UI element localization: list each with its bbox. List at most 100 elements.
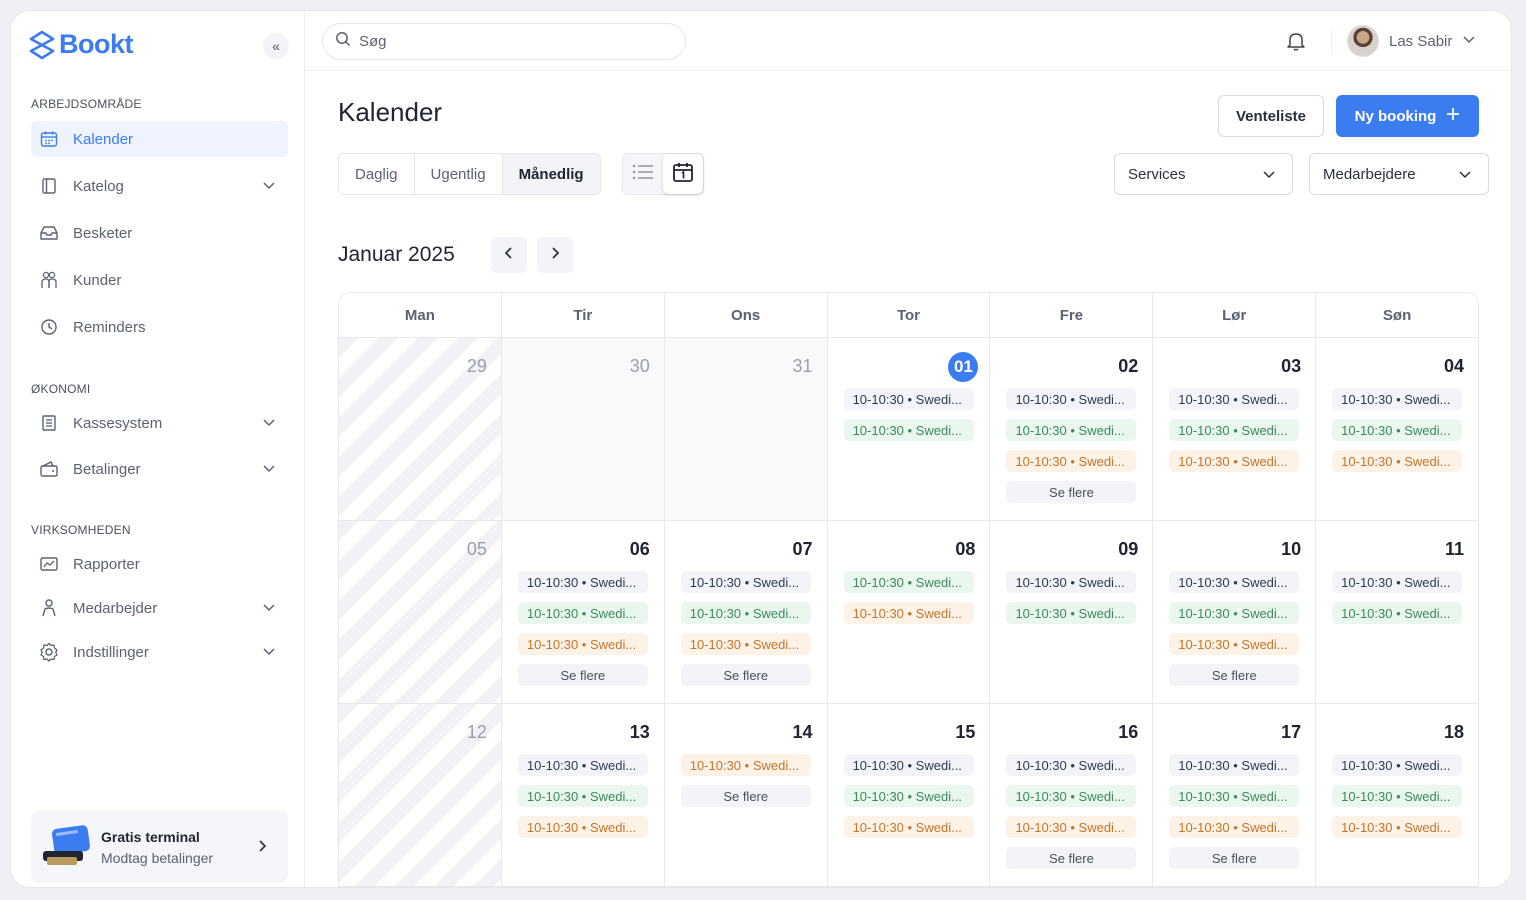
tab-daglig[interactable]: Daglig: [339, 154, 415, 194]
sidebar-item-kassesystem[interactable]: Kassesystem: [31, 405, 288, 441]
booking-chip[interactable]: 10-10:30 • Swedi...: [1169, 602, 1300, 624]
booking-chip[interactable]: 10-10:30 • Swedi...: [1169, 571, 1300, 593]
booking-chip[interactable]: 10-10:30 • Swedi...: [1169, 450, 1300, 472]
booking-chip[interactable]: 10-10:30 • Swedi...: [517, 602, 648, 624]
tab-ugentlig[interactable]: Ugentlig: [415, 154, 503, 194]
calendar-day-cell[interactable]: 03 10-10:30 • Swedi... 10-10:30 • Swedi...…: [1153, 338, 1317, 520]
calendar-day-cell[interactable]: 17 10-10:30 • Swedi... 10-10:30 • Swedi...…: [1153, 704, 1317, 886]
employees-dropdown[interactable]: Medarbejdere: [1309, 153, 1489, 195]
sidebar-item-katelog[interactable]: Katelog: [31, 168, 288, 204]
search-bar[interactable]: [322, 23, 686, 60]
services-dropdown[interactable]: Services: [1114, 153, 1293, 195]
sidebar-item-kunder[interactable]: Kunder: [31, 262, 288, 298]
calendar-day-cell[interactable]: 06 10-10:30 • Swedi... 10-10:30 • Swedi...…: [502, 521, 665, 703]
calendar-day-cell[interactable]: 01 10-10:30 • Swedi... 10-10:30 • Swedi...: [828, 338, 991, 520]
section-label-economy: ØKONOMI: [31, 382, 91, 396]
booking-chip[interactable]: 10-10:30 • Swedi...: [1332, 450, 1463, 472]
calendar-day-cell[interactable]: 30: [501, 338, 665, 520]
calendar-day-cell[interactable]: 07 10-10:30 • Swedi... 10-10:30 • Swedi...…: [665, 521, 828, 703]
sidebar-item-besketer[interactable]: Besketer: [31, 215, 288, 251]
promo-card-terminal[interactable]: Gratis terminal Modtag betalinger: [31, 811, 288, 883]
booking-chip[interactable]: 10-10:30 • Swedi...: [1006, 388, 1137, 410]
booking-chip[interactable]: 10-10:30 • Swedi...: [517, 754, 648, 776]
booking-chip[interactable]: 10-10:30 • Swedi...: [843, 816, 974, 838]
calendar-day-cell[interactable]: 29: [339, 338, 502, 520]
sidebar-item-rapporter[interactable]: Rapporter: [31, 546, 288, 582]
booking-chip[interactable]: 10-10:30 • Swedi...: [1006, 754, 1137, 776]
calendar-day-cell[interactable]: 08 10-10:30 • Swedi... 10-10:30 • Swedi...: [828, 521, 991, 703]
see-more-button[interactable]: Se flere: [1169, 664, 1300, 686]
booking-chip[interactable]: 10-10:30 • Swedi...: [1332, 571, 1463, 593]
search-input[interactable]: [359, 33, 659, 50]
booking-chip[interactable]: 10-10:30 • Swedi...: [1169, 633, 1300, 655]
sidebar-item-kalender[interactable]: Kalender: [31, 121, 288, 157]
booking-chip[interactable]: 10-10:30 • Swedi...: [680, 602, 811, 624]
booking-chip[interactable]: 10-10:30 • Swedi...: [1332, 388, 1463, 410]
calendar-view-button[interactable]: [663, 154, 703, 194]
next-month-button[interactable]: [537, 237, 573, 273]
list-view-button[interactable]: [623, 154, 663, 194]
calendar-day-cell[interactable]: 11 10-10:30 • Swedi... 10-10:30 • Swedi...: [1316, 521, 1478, 703]
booking-chip[interactable]: 10-10:30 • Swedi...: [1006, 602, 1137, 624]
booking-chip[interactable]: 10-10:30 • Swedi...: [1332, 419, 1463, 441]
booking-chip[interactable]: 10-10:30 • Swedi...: [843, 388, 974, 410]
brand-logo[interactable]: Bookt: [29, 29, 134, 60]
booking-chip[interactable]: 10-10:30 • Swedi...: [1006, 450, 1137, 472]
booking-chip[interactable]: 10-10:30 • Swedi...: [1169, 388, 1300, 410]
calendar-day-cell[interactable]: 15 10-10:30 • Swedi... 10-10:30 • Swedi...…: [828, 704, 991, 886]
user-menu[interactable]: Las Sabir: [1347, 25, 1476, 57]
calendar-day-cell[interactable]: 14 10-10:30 • Swedi... Se flere: [665, 704, 828, 886]
booking-chip[interactable]: 10-10:30 • Swedi...: [1006, 419, 1137, 441]
see-more-button[interactable]: Se flere: [1169, 847, 1300, 869]
booking-chip[interactable]: 10-10:30 • Swedi...: [1169, 816, 1300, 838]
booking-chip[interactable]: 10-10:30 • Swedi...: [1169, 785, 1300, 807]
sidebar-item-indstillinger[interactable]: Indstillinger: [31, 634, 288, 670]
booking-chip[interactable]: 10-10:30 • Swedi...: [517, 816, 648, 838]
calendar-day-cell[interactable]: 05: [339, 521, 502, 703]
tab-maanedlig[interactable]: Månedlig: [502, 154, 600, 194]
prev-month-button[interactable]: [491, 237, 527, 273]
booking-chip[interactable]: 10-10:30 • Swedi...: [680, 571, 811, 593]
calendar-day-cell[interactable]: 16 10-10:30 • Swedi... 10-10:30 • Swedi...…: [990, 704, 1154, 886]
booking-chip[interactable]: 10-10:30 • Swedi...: [843, 571, 974, 593]
booking-chip[interactable]: 10-10:30 • Swedi...: [517, 785, 648, 807]
collapse-sidebar-button[interactable]: «: [263, 33, 289, 59]
new-booking-button[interactable]: Ny booking: [1336, 95, 1479, 137]
booking-chip[interactable]: 10-10:30 • Swedi...: [1006, 571, 1137, 593]
see-more-button[interactable]: Se flere: [680, 664, 811, 686]
booking-chip[interactable]: 10-10:30 • Swedi...: [843, 602, 974, 624]
see-more-button[interactable]: Se flere: [517, 664, 648, 686]
booking-chip[interactable]: 10-10:30 • Swedi...: [680, 754, 811, 776]
booking-chip[interactable]: 10-10:30 • Swedi...: [680, 633, 811, 655]
booking-chip[interactable]: 10-10:30 • Swedi...: [1169, 419, 1300, 441]
calendar-day-cell[interactable]: 12: [339, 704, 502, 886]
booking-chip[interactable]: 10-10:30 • Swedi...: [1332, 785, 1463, 807]
see-more-button[interactable]: Se flere: [1006, 481, 1137, 503]
sidebar-item-medarbejder[interactable]: Medarbejder: [31, 590, 288, 626]
see-more-button[interactable]: Se flere: [680, 785, 811, 807]
sidebar-item-reminders[interactable]: Reminders: [31, 309, 288, 345]
calendar-day-cell[interactable]: 18 10-10:30 • Swedi... 10-10:30 • Swedi...…: [1316, 704, 1478, 886]
chevron-left-icon: [503, 246, 515, 265]
booking-chip[interactable]: 10-10:30 • Swedi...: [843, 785, 974, 807]
notification-bell-icon[interactable]: [1285, 30, 1307, 57]
booking-chip[interactable]: 10-10:30 • Swedi...: [1006, 785, 1137, 807]
see-more-button[interactable]: Se flere: [1006, 847, 1137, 869]
booking-chip[interactable]: 10-10:30 • Swedi...: [517, 571, 648, 593]
booking-chip[interactable]: 10-10:30 • Swedi...: [1006, 816, 1137, 838]
booking-chip[interactable]: 10-10:30 • Swedi...: [843, 754, 974, 776]
calendar-day-cell[interactable]: 10 10-10:30 • Swedi... 10-10:30 • Swedi...…: [1153, 521, 1317, 703]
booking-chip[interactable]: 10-10:30 • Swedi...: [1332, 754, 1463, 776]
booking-chip[interactable]: 10-10:30 • Swedi...: [1332, 816, 1463, 838]
booking-chip[interactable]: 10-10:30 • Swedi...: [1169, 754, 1300, 776]
waitlist-button[interactable]: Venteliste: [1218, 95, 1324, 137]
calendar-day-cell[interactable]: 02 10-10:30 • Swedi... 10-10:30 • Swedi...…: [990, 338, 1154, 520]
calendar-day-cell[interactable]: 31: [664, 338, 828, 520]
booking-chip[interactable]: 10-10:30 • Swedi...: [517, 633, 648, 655]
calendar-day-cell[interactable]: 04 10-10:30 • Swedi... 10-10:30 • Swedi...…: [1316, 338, 1478, 520]
calendar-day-cell[interactable]: 09 10-10:30 • Swedi... 10-10:30 • Swedi...: [990, 521, 1154, 703]
booking-chip[interactable]: 10-10:30 • Swedi...: [1332, 602, 1463, 624]
booking-chip[interactable]: 10-10:30 • Swedi...: [843, 419, 974, 441]
calendar-day-cell[interactable]: 13 10-10:30 • Swedi... 10-10:30 • Swedi...…: [502, 704, 665, 886]
sidebar-item-betalinger[interactable]: Betalinger: [31, 451, 288, 487]
